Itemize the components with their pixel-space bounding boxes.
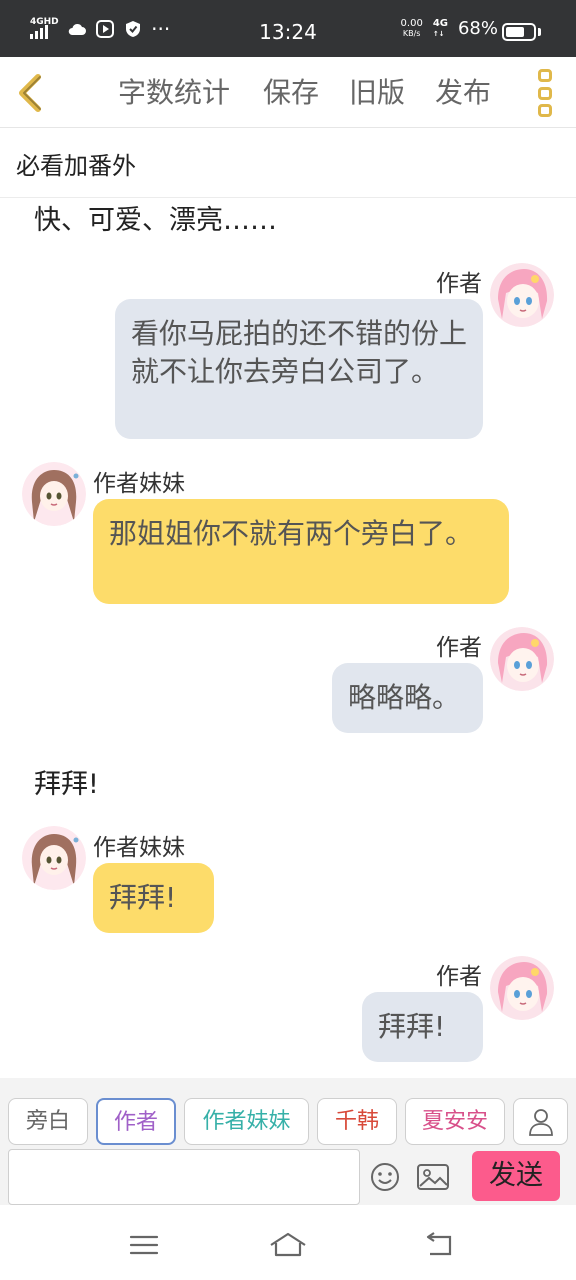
battery-fill: [506, 27, 524, 37]
smiley-icon: [371, 1163, 399, 1191]
author-avatar[interactable]: [490, 263, 554, 327]
network-speed: 0.00 KB/s: [400, 17, 423, 39]
home-icon: [270, 1232, 306, 1257]
status-right: 0.00 KB/s 4G ↑↓ 68%: [401, 18, 498, 39]
chevron-left-icon: [19, 74, 41, 112]
role-sister-button[interactable]: 作者妹妹: [184, 1098, 309, 1145]
sister-name: 作者妹妹: [93, 471, 185, 497]
system-nav-bar: [0, 1205, 576, 1280]
title-bar: 必看加番外: [0, 128, 576, 198]
app-bar: 字数统计 保存 旧版 发布: [0, 57, 576, 128]
author-message-bubble[interactable]: 略略略。: [332, 663, 483, 733]
network-speed-value: 0.00: [400, 17, 423, 29]
battery-percent: 68%: [457, 18, 498, 39]
author-message-bubble[interactable]: 看你马屁拍的还不错的份上就不让你去旁白公司了。: [115, 299, 483, 439]
author-message-bubble[interactable]: 拜拜!: [362, 992, 483, 1062]
send-button[interactable]: 发送: [472, 1151, 560, 1201]
author-avatar[interactable]: [490, 627, 554, 691]
image-button[interactable]: [416, 1162, 450, 1192]
sister-avatar[interactable]: [22, 826, 86, 890]
more-button[interactable]: [530, 69, 560, 117]
more-dot-icon: [538, 86, 552, 100]
story-title[interactable]: 必看加番外: [16, 146, 136, 181]
role-qianhan-button[interactable]: 千韩: [317, 1098, 397, 1145]
add-role-button[interactable]: [513, 1098, 568, 1145]
author-name: 作者: [436, 964, 482, 990]
chat-area[interactable]: 快、可爱、漂亮…… 作者 看你马屁拍的还不错的份上就不让你去旁白公司了。 作者妹…: [0, 198, 576, 1078]
person-icon: [528, 1109, 553, 1136]
battery-icon: [502, 23, 536, 41]
home-button[interactable]: [268, 1231, 308, 1259]
role-author-button[interactable]: 作者: [96, 1098, 176, 1145]
battery-tip: [538, 28, 541, 36]
network-speed-unit: KB/s: [402, 28, 421, 38]
emoji-button[interactable]: [369, 1161, 401, 1193]
menu-icon: [129, 1235, 159, 1255]
compose-area: 旁白 作者 作者妹妹 千韩 夏安安 发送: [0, 1078, 576, 1205]
author-avatar[interactable]: [490, 956, 554, 1020]
role-xiaanan-button[interactable]: 夏安安: [405, 1098, 505, 1145]
back-icon: [426, 1232, 452, 1256]
image-icon: [417, 1164, 449, 1190]
sister-message-bubble[interactable]: 那姐姐你不就有两个旁白了。: [93, 499, 509, 604]
role-narrator-button[interactable]: 旁白: [8, 1098, 88, 1145]
author-name: 作者: [436, 635, 482, 661]
menu-button[interactable]: [128, 1233, 160, 1257]
sister-message-bubble[interactable]: 拜拜!: [93, 863, 214, 933]
sister-name: 作者妹妹: [93, 835, 185, 861]
more-dot-icon: [538, 69, 552, 82]
message-input[interactable]: [8, 1149, 360, 1205]
more-dot-icon: [538, 104, 552, 117]
sister-avatar[interactable]: [22, 462, 86, 526]
status-bar: 4GHD ··· 13:24 0.00 KB/s 4G ↑↓ 68%: [0, 0, 576, 57]
back-nav-button[interactable]: [424, 1231, 456, 1259]
narration-text: 拜拜!: [34, 769, 99, 800]
save-button[interactable]: 保存: [263, 75, 319, 111]
word-count-button[interactable]: 字数统计: [118, 75, 230, 111]
publish-button[interactable]: 发布: [435, 75, 491, 111]
author-name: 作者: [436, 271, 482, 297]
old-version-button[interactable]: 旧版: [349, 75, 405, 111]
narration-text: 快、可爱、漂亮……: [34, 205, 277, 236]
mobile-data-icon: 4G ↑↓: [432, 17, 448, 38]
back-button[interactable]: [12, 71, 52, 115]
